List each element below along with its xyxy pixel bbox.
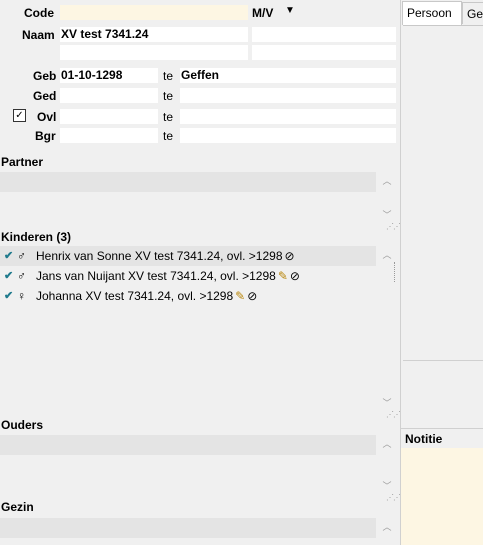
check-icon: ✔ <box>4 290 14 302</box>
geb-label: Geb <box>33 69 57 83</box>
bgr-label: Bgr <box>35 129 56 143</box>
scroll-up-icon[interactable]: ︿ <box>382 176 392 186</box>
scroll-up-icon[interactable]: ︿ <box>382 439 392 449</box>
name-field-line2[interactable] <box>60 45 248 60</box>
attachment-icon[interactable]: ⊘ <box>290 266 300 286</box>
sex-dropdown-arrow-icon[interactable]: ▼ <box>285 5 295 16</box>
partner-section-title: Partner <box>1 155 44 169</box>
name-label: Naam <box>22 28 55 42</box>
bgr-place-field[interactable] <box>180 128 396 143</box>
ouders-scrollbar[interactable]: ︿ ﹀ <box>378 435 396 495</box>
tab-persoon[interactable]: Persoon <box>402 1 462 25</box>
attachment-icon[interactable]: ⊘ <box>285 246 295 266</box>
male-icon: ♂ <box>17 249 26 263</box>
child-name-text: Henrix van Sonne XV test 7341.24, ovl. >… <box>36 249 283 263</box>
code-label: Code <box>24 6 54 20</box>
kinderen-section-title: Kinderen (3) <box>1 230 72 244</box>
persoon-tab-content <box>403 25 483 360</box>
ovl-checkbox[interactable]: ✓ <box>13 109 26 122</box>
scroll-down-icon[interactable]: ﹀ <box>382 210 392 220</box>
tab-geb[interactable]: Geb <box>462 2 483 24</box>
geb-te-label: te <box>163 69 174 83</box>
bgr-date-field[interactable] <box>60 128 158 143</box>
notitie-field[interactable] <box>401 448 483 545</box>
child-name[interactable]: Jans van Nuijant XV test 7341.24, ovl. >… <box>36 266 300 286</box>
splitter-handle[interactable] <box>394 262 398 282</box>
partner-list[interactable] <box>0 172 376 192</box>
ovl-label: Ovl <box>37 110 57 124</box>
scroll-down-icon[interactable]: ﹀ <box>382 398 392 408</box>
partner-scrollbar[interactable]: ︿ ﹀ <box>378 172 396 224</box>
gezin-scrollbar[interactable]: ︿ <box>378 518 396 545</box>
divider <box>401 428 483 429</box>
child-name-text: Jans van Nuijant XV test 7341.24, ovl. >… <box>36 269 276 283</box>
bgr-te-label: te <box>163 129 174 143</box>
ged-date-field[interactable] <box>60 88 158 103</box>
scroll-down-icon[interactable]: ﹀ <box>382 481 392 491</box>
name-field-line2-extra[interactable] <box>252 45 396 60</box>
ouders-list[interactable] <box>0 435 376 455</box>
list-item[interactable]: ✔ ♀ Johanna XV test 7341.24, ovl. >1298 ✎… <box>0 286 376 306</box>
name-field-extra[interactable] <box>252 27 396 42</box>
ged-te-label: te <box>163 89 174 103</box>
child-name[interactable]: Johanna XV test 7341.24, ovl. >1298 ✎ ⊘ <box>36 286 257 306</box>
scroll-up-icon[interactable]: ︿ <box>382 250 392 260</box>
list-item[interactable]: ✔ ♂ Henrix van Sonne XV test 7341.24, ov… <box>0 246 376 266</box>
child-name[interactable]: Henrix van Sonne XV test 7341.24, ovl. >… <box>36 246 295 266</box>
scroll-up-icon[interactable]: ︿ <box>382 522 392 532</box>
ovl-te-label: te <box>163 110 174 124</box>
ged-place-field[interactable] <box>180 88 396 103</box>
sex-label: M/V <box>252 6 274 20</box>
gezin-list[interactable] <box>0 518 376 538</box>
notitie-label: Notitie <box>405 432 443 446</box>
geb-place-field[interactable]: Geffen <box>180 68 396 83</box>
ouders-section-title: Ouders <box>1 418 44 432</box>
gezin-section-title: Gezin <box>1 500 34 514</box>
kinderen-list[interactable]: ✔ ♂ Henrix van Sonne XV test 7341.24, ov… <box>0 246 378 412</box>
divider <box>403 360 483 361</box>
child-name-text: Johanna XV test 7341.24, ovl. >1298 <box>36 289 234 303</box>
name-field[interactable]: XV test 7341.24 <box>60 27 248 42</box>
ged-label: Ged <box>33 89 57 103</box>
female-icon: ♀ <box>17 289 26 303</box>
check-icon: ✔ <box>4 270 14 282</box>
pencil-icon[interactable]: ✎ <box>278 266 288 286</box>
attachment-icon[interactable]: ⊘ <box>247 286 257 306</box>
geb-date-field[interactable]: 01-10-1298 <box>60 68 158 83</box>
male-icon: ♂ <box>17 269 26 283</box>
ovl-date-field[interactable] <box>60 109 158 124</box>
ovl-place-field[interactable] <box>180 109 396 124</box>
code-field[interactable] <box>60 5 248 20</box>
pencil-icon[interactable]: ✎ <box>235 286 245 306</box>
list-item[interactable]: ✔ ♂ Jans van Nuijant XV test 7341.24, ov… <box>0 266 376 286</box>
right-panel: Persoon Geb Notitie <box>400 0 483 545</box>
check-icon: ✔ <box>4 250 14 262</box>
